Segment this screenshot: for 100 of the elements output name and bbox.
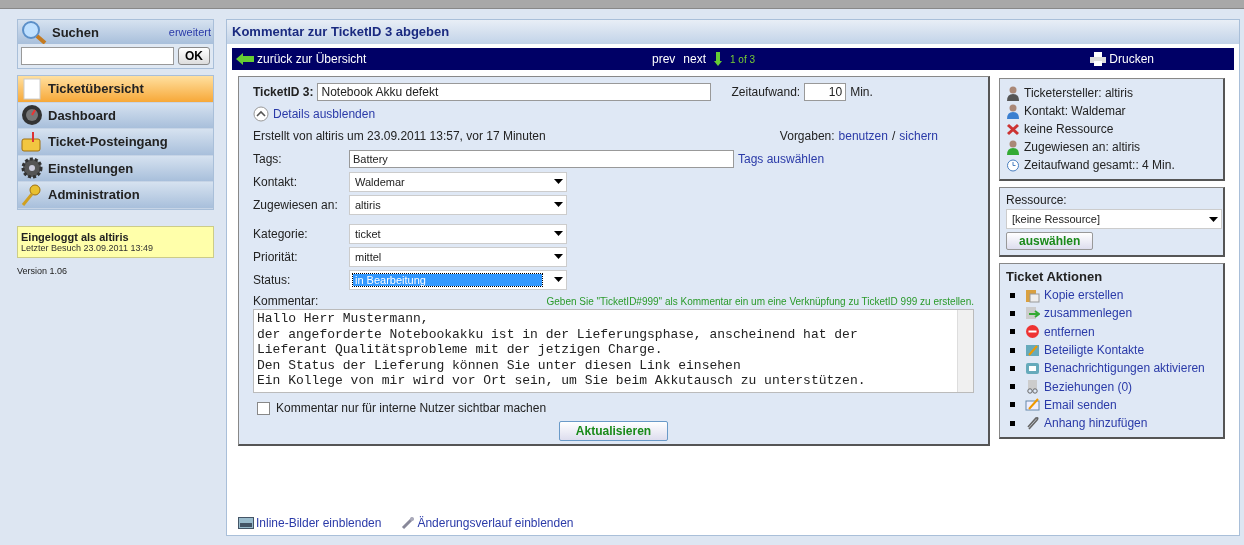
- mailbox-icon: [20, 130, 44, 153]
- clipboard-icon: [1025, 287, 1040, 303]
- search-field[interactable]: [21, 47, 174, 65]
- resource-dropdown[interactable]: [keine Ressource]: [1006, 209, 1222, 229]
- dropdown-arrow-icon: [554, 231, 563, 236]
- dropdown-arrow-icon: [554, 202, 563, 207]
- action-link[interactable]: Kopie erstellen: [1044, 288, 1124, 303]
- time-label: Zeitaufwand:: [731, 85, 801, 99]
- field-label: Kontakt:: [253, 174, 299, 189]
- tags-field[interactable]: Battery: [349, 149, 734, 168]
- bullet-icon: [1010, 310, 1015, 316]
- document-icon: [20, 77, 44, 100]
- info-text: Zeitaufwand gesamt:: 4 Min.: [1024, 158, 1175, 172]
- nav-item[interactable]: Ticket-Posteingang: [18, 129, 213, 156]
- dropdown-arrow-icon: [554, 179, 563, 184]
- details-toggle-link[interactable]: Details ausblenden: [273, 107, 376, 121]
- action-link[interactable]: Anhang hinzufügen: [1044, 416, 1148, 431]
- next-link[interactable]: next: [683, 52, 707, 66]
- printer-icon: [1090, 52, 1107, 66]
- bullet-icon: [1010, 384, 1015, 390]
- created-info: Erstellt von altiris um 23.09.2011 13:57, vor 17 Minuten: [253, 129, 546, 143]
- ticket-id-label: TicketID 3:: [253, 85, 314, 99]
- person-icon: [1006, 103, 1020, 119]
- field-label: Status:: [253, 272, 292, 287]
- bullet-icon: [1010, 329, 1015, 335]
- bullet-icon: [1010, 365, 1015, 371]
- field-label: Zugewiesen an:: [253, 197, 339, 212]
- field-label: Kategorie:: [253, 226, 309, 241]
- tags-label: Tags:: [253, 151, 283, 166]
- action-link[interactable]: zusammenlegen: [1044, 306, 1133, 321]
- update-button[interactable]: Aktualisieren: [558, 421, 669, 441]
- clock-icon: [1006, 158, 1020, 172]
- defaults-label: Vorgaben:: [779, 129, 835, 143]
- field-label: Priorität:: [253, 249, 299, 264]
- ok-button[interactable]: OK: [178, 47, 210, 65]
- collapse-icon[interactable]: [253, 106, 269, 122]
- select-button[interactable]: auswählen: [1006, 232, 1094, 250]
- checkbox[interactable]: [257, 401, 270, 415]
- separator: /: [891, 129, 896, 143]
- dropdown[interactable]: ticket: [349, 223, 567, 244]
- delete-icon: [1025, 324, 1040, 340]
- comment-label: Kommentar:: [253, 294, 319, 308]
- key-icon: [20, 183, 44, 206]
- nav-item[interactable]: Dashboard: [18, 102, 213, 129]
- ticket-title-field[interactable]: Notebook Akku defekt: [317, 83, 712, 101]
- action-link[interactable]: Email senden: [1044, 397, 1117, 412]
- gauge-icon: [20, 104, 44, 127]
- actions-title: Ticket Aktionen: [1006, 269, 1104, 284]
- login-status: Eingeloggt als altiris: [21, 230, 130, 243]
- back-link[interactable]: zurück zur Übersicht: [257, 52, 367, 66]
- action-link[interactable]: Beziehungen (0): [1044, 379, 1133, 394]
- action-link[interactable]: entfernen: [1044, 324, 1095, 339]
- cross-icon: [1006, 122, 1020, 136]
- info-text: keine Ressource: [1024, 122, 1114, 136]
- save-defaults-link[interactable]: sichern: [899, 129, 938, 143]
- bullet-icon: [1010, 420, 1015, 426]
- print-link[interactable]: Drucken: [1109, 52, 1154, 66]
- dropdown[interactable]: altiris: [349, 194, 567, 215]
- info-text: Ticketersteller: altiris: [1024, 86, 1133, 100]
- time-field[interactable]: 10: [804, 83, 847, 101]
- bullet-icon: [1010, 347, 1015, 353]
- link-icon: [1025, 379, 1040, 395]
- page-position: 1 of 3: [730, 53, 756, 65]
- paperclip-icon: [1025, 415, 1040, 431]
- resource-label: Ressource:: [1006, 193, 1068, 207]
- dropdown-arrow-icon: [554, 277, 563, 282]
- person-icon: [1006, 85, 1020, 101]
- person-icon: [1006, 139, 1020, 155]
- down-arrow-icon: [714, 52, 723, 66]
- merge-icon: [1025, 305, 1040, 321]
- action-link[interactable]: Benachrichtigungen aktivieren: [1044, 361, 1205, 376]
- last-visit-text: Letzter Besuch 23.09.2011 13:49: [21, 242, 154, 253]
- bullet-icon: [1010, 292, 1015, 298]
- action-link[interactable]: Beteiligte Kontakte: [1044, 343, 1145, 358]
- dropdown-arrow-icon: [1209, 216, 1218, 222]
- toggle-link[interactable]: Änderungsverlauf einblenden: [417, 516, 574, 530]
- back-arrow-icon: [236, 53, 254, 65]
- search-icon: [20, 20, 48, 44]
- advanced-search-link[interactable]: erweitert: [168, 26, 211, 38]
- checkbox-label: Kommentar nur für interne Nutzer sichtbar machen: [276, 401, 547, 415]
- time-unit: Min.: [850, 85, 873, 99]
- comment-field[interactable]: Hallo Herr Mustermann, der angeforderte Notebookakku ist in der Lieferungsphase, anscheinend hat der Lieferant Qualitätsprobleme mit der jetzigen Charge. Den Status der Lieferung können Sie unter diesen Link einsehen Ein Kollege von mir wird vor Ort sein, um Sie beim Akkutausch zu unterstützen.: [253, 309, 974, 393]
- use-defaults-link[interactable]: benutzen: [838, 129, 888, 143]
- dropdown[interactable]: Waldemar: [349, 171, 567, 192]
- dropdown[interactable]: mittel: [349, 246, 567, 267]
- scrollbar[interactable]: [957, 310, 973, 392]
- email-icon: [1025, 397, 1040, 413]
- page-title: Kommentar zur TicketID 3 abgeben: [227, 20, 1239, 44]
- comment-hint: Geben Sie "TicketID#999" als Kommentar ein um eine Verknüpfung zu TicketID 999 zu erstellen.: [546, 295, 974, 307]
- nav-item[interactable]: Administration: [18, 182, 213, 209]
- prev-link[interactable]: prev: [652, 52, 676, 66]
- toggle-link[interactable]: Inline-Bilder einblenden: [256, 516, 382, 530]
- bullet-icon: [1010, 402, 1015, 408]
- select-tags-link[interactable]: Tags auswählen: [738, 151, 825, 166]
- info-text: Kontakt: Waldemar: [1024, 104, 1126, 118]
- nav-item[interactable]: Ticketübersicht: [18, 76, 213, 103]
- dropdown-arrow-icon: [554, 254, 563, 259]
- version-text: Version 1.06: [17, 265, 69, 276]
- nav-item[interactable]: Einstellungen: [18, 155, 213, 182]
- gear-icon: [20, 157, 44, 180]
